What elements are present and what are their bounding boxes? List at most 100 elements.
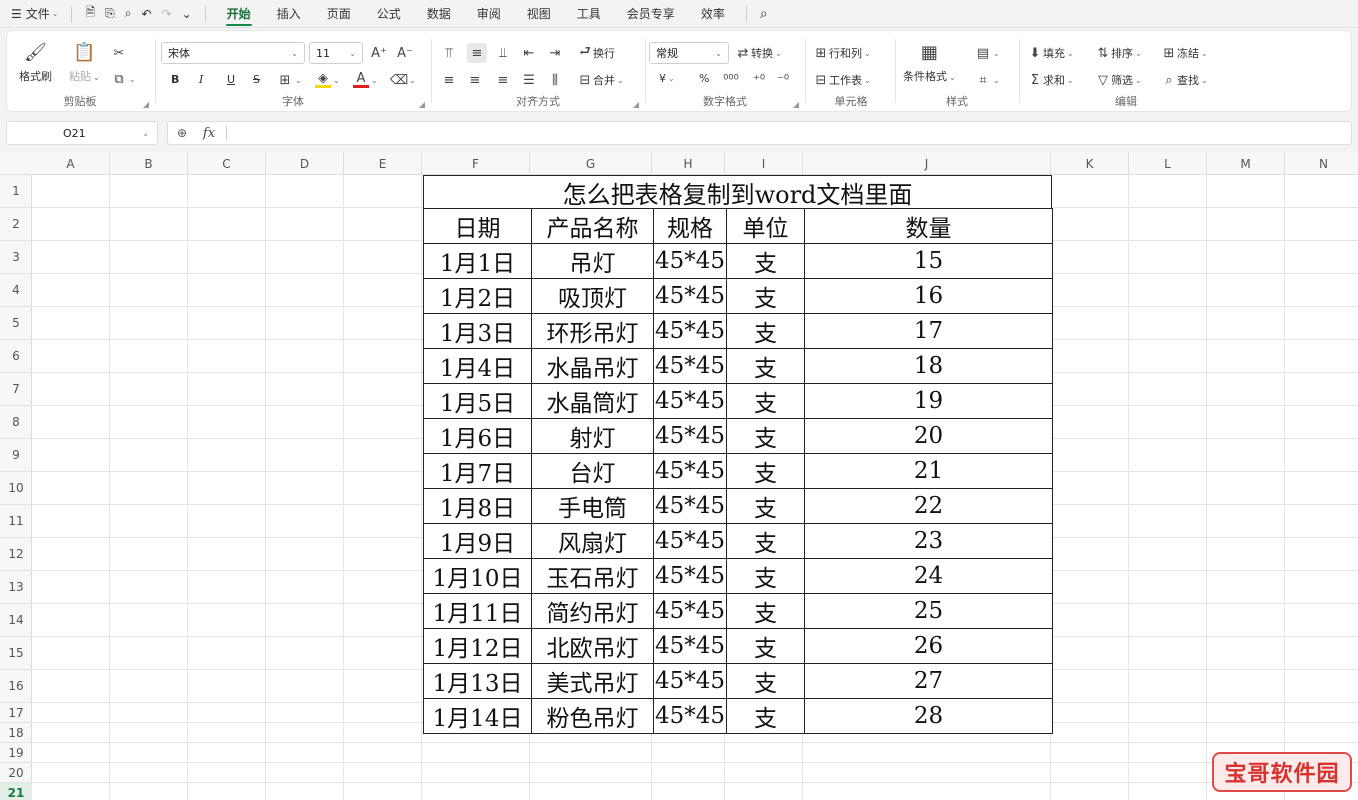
bold-button[interactable]: B [171, 73, 179, 86]
border-button[interactable]: ⊞ ⌄ [277, 72, 302, 88]
conditional-format-button[interactable]: ▦ 条件格式 ⌄ [903, 41, 956, 84]
table-cell[interactable]: 45*45 [653, 453, 727, 489]
table-cell[interactable]: 1月6日 [423, 418, 532, 454]
paste-button[interactable]: 📋 粘贴 ⌄ [69, 41, 100, 84]
clear-format-button[interactable]: ⌫ ⌄ [390, 72, 416, 88]
format-painter-button[interactable]: 🖌 格式刷 [19, 41, 52, 84]
column-header-i[interactable]: I [725, 152, 803, 175]
table-cell[interactable]: 支 [726, 698, 805, 734]
table-cell[interactable]: 1月3日 [423, 313, 532, 349]
table-cell[interactable]: 28 [804, 698, 1053, 734]
freeze-button[interactable]: ⊞ 冻结 ⌄ [1161, 45, 1208, 61]
table-cell[interactable]: 1月1日 [423, 243, 532, 279]
table-cell[interactable]: 25 [804, 593, 1053, 629]
row-header-9[interactable]: 9 [0, 439, 32, 472]
row-header-1[interactable]: 1 [0, 175, 32, 208]
row-header-2[interactable]: 2 [0, 208, 32, 241]
table-cell[interactable]: 支 [726, 453, 805, 489]
table-cell[interactable]: 支 [726, 278, 805, 314]
table-cell[interactable]: 粉色吊灯 [531, 698, 654, 734]
tab-4[interactable]: 数据 [414, 0, 464, 28]
row-header-11[interactable]: 11 [0, 505, 32, 538]
row-header-17[interactable]: 17 [0, 703, 32, 723]
row-header-18[interactable]: 18 [0, 723, 32, 743]
column-header-h[interactable]: H [652, 152, 725, 175]
table-cell[interactable]: 20 [804, 418, 1053, 454]
table-header-cell[interactable]: 日期 [423, 208, 532, 244]
table-cell[interactable]: 玉石吊灯 [531, 558, 654, 594]
table-cell[interactable]: 支 [726, 313, 805, 349]
table-cell[interactable]: 45*45 [653, 243, 727, 279]
column-header-c[interactable]: C [188, 152, 266, 175]
table-cell[interactable]: 45*45 [653, 313, 727, 349]
cut-button[interactable]: ✂ [111, 45, 127, 61]
column-header-a[interactable]: A [32, 152, 110, 175]
table-cell[interactable]: 台灯 [531, 453, 654, 489]
row-header-15[interactable]: 15 [0, 637, 32, 670]
table-cell[interactable]: 15 [804, 243, 1053, 279]
percent-button[interactable]: % [699, 72, 709, 85]
column-header-l[interactable]: L [1129, 152, 1207, 175]
table-cell[interactable]: 45*45 [653, 663, 727, 699]
row-header-4[interactable]: 4 [0, 274, 32, 307]
row-header-19[interactable]: 19 [0, 743, 32, 763]
table-cell[interactable]: 17 [804, 313, 1053, 349]
column-header-m[interactable]: M [1207, 152, 1285, 175]
table-cell[interactable]: 吸顶灯 [531, 278, 654, 314]
table-cell[interactable]: 水晶筒灯 [531, 383, 654, 419]
column-header-b[interactable]: B [110, 152, 188, 175]
column-header-n[interactable]: N [1285, 152, 1358, 175]
share-icon[interactable]: ⎘ [100, 3, 120, 25]
table-cell[interactable]: 1月12日 [423, 628, 532, 664]
italic-button[interactable]: I [199, 73, 203, 86]
table-cell[interactable]: 45*45 [653, 278, 727, 314]
font-size-select[interactable]: 11 ⌄ [309, 42, 363, 64]
find-button[interactable]: ⌕ 查找 ⌄ [1161, 72, 1207, 88]
table-header-cell[interactable]: 数量 [804, 208, 1053, 244]
tab-1[interactable]: 插入 [264, 0, 314, 28]
table-cell[interactable]: 27 [804, 663, 1053, 699]
table-cell[interactable]: 水晶吊灯 [531, 348, 654, 384]
quick-access-more-icon[interactable]: ⌄ [177, 3, 197, 25]
table-cell[interactable]: 支 [726, 558, 805, 594]
zoom-formula-icon[interactable]: ⊕ [168, 126, 196, 140]
alignment-launcher-icon[interactable]: ◢ [633, 100, 639, 109]
tab-9[interactable]: 效率 [688, 0, 738, 28]
table-cell[interactable]: 支 [726, 523, 805, 559]
column-header-f[interactable]: F [422, 152, 530, 175]
row-header-5[interactable]: 5 [0, 307, 32, 340]
align-top-button[interactable]: ⫪ [441, 45, 457, 61]
justify-button[interactable]: ☰ [521, 72, 537, 88]
copy-button[interactable]: ⧉ ⌄ [111, 71, 135, 87]
tab-6[interactable]: 视图 [514, 0, 564, 28]
table-cell[interactable]: 21 [804, 453, 1053, 489]
table-header-cell[interactable]: 规格 [653, 208, 727, 244]
column-header-k[interactable]: K [1051, 152, 1129, 175]
table-cell[interactable]: 支 [726, 663, 805, 699]
row-col-button[interactable]: ⊞ 行和列 ⌄ [813, 45, 871, 61]
table-cell[interactable]: 18 [804, 348, 1053, 384]
row-header-13[interactable]: 13 [0, 571, 32, 604]
align-left-button[interactable]: ≡ [441, 72, 457, 88]
fill-button[interactable]: ⬇ 填充 ⌄ [1027, 45, 1074, 61]
row-header-10[interactable]: 10 [0, 472, 32, 505]
table-cell[interactable]: 支 [726, 383, 805, 419]
table-cell[interactable]: 45*45 [653, 383, 727, 419]
worksheet-button[interactable]: ⊟ 工作表 ⌄ [813, 72, 871, 88]
row-header-16[interactable]: 16 [0, 670, 32, 703]
table-cell[interactable]: 45*45 [653, 418, 727, 454]
table-cell[interactable]: 手电筒 [531, 488, 654, 524]
table-cell[interactable]: 支 [726, 348, 805, 384]
sum-button[interactable]: Σ 求和 ⌄ [1027, 72, 1074, 88]
table-cell[interactable]: 45*45 [653, 698, 727, 734]
table-header-cell[interactable]: 产品名称 [531, 208, 654, 244]
table-cell[interactable]: 24 [804, 558, 1053, 594]
table-cell[interactable]: 1月10日 [423, 558, 532, 594]
align-middle-button[interactable]: ≡ [467, 43, 487, 63]
fill-color-button[interactable]: ◈ ⌄ [315, 71, 340, 88]
table-cell[interactable]: 1月13日 [423, 663, 532, 699]
convert-button[interactable]: ⇄ 转换 ⌄ [735, 45, 782, 61]
table-cell[interactable]: 22 [804, 488, 1053, 524]
table-cell[interactable]: 1月5日 [423, 383, 532, 419]
column-header-e[interactable]: E [344, 152, 422, 175]
